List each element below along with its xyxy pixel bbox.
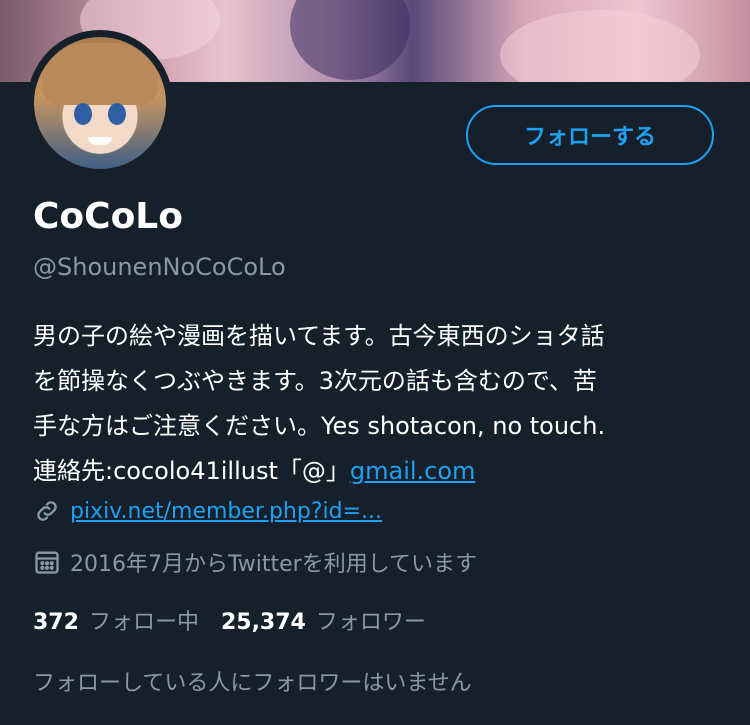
following-stat[interactable]: 372 フォロー中: [33, 604, 199, 636]
display-name: CoCoLo: [33, 196, 183, 237]
followers-label: フォロワー: [315, 610, 426, 635]
bio-line: 連絡先:cocolo41illust「@」gmail.com: [33, 449, 733, 494]
user-handle: @ShounenNoCoCoLo: [33, 253, 286, 281]
following-count: 372: [33, 610, 79, 635]
followers-count: 25,374: [220, 610, 306, 635]
avatar[interactable]: [34, 37, 166, 169]
banner-shape: [290, 0, 410, 80]
bio-contact-text: 連絡先:cocolo41illust「@」: [33, 457, 350, 485]
website-row: pixiv.net/member.php?id=...: [33, 497, 382, 525]
banner-shape: [500, 10, 700, 82]
bio-email-link[interactable]: gmail.com: [350, 457, 476, 485]
calendar-icon: [33, 548, 61, 576]
follow-button[interactable]: フォローする: [466, 105, 714, 165]
link-icon: [33, 497, 61, 525]
joined-date-row: 2016年7月からTwitterを利用しています: [33, 546, 477, 578]
bio-line: 手な方はご注意ください。Yes shotacon, no touch.: [33, 412, 606, 440]
avatar-mouth: [88, 137, 112, 145]
bio-line: を節操なくつぶやきます。3次元の話も含むので、苦: [33, 367, 597, 395]
follow-stats: 372 フォロー中 25,374 フォロワー: [33, 604, 426, 636]
followers-stat[interactable]: 25,374 フォロワー: [221, 604, 426, 636]
website-link[interactable]: pixiv.net/member.php?id=...: [70, 499, 382, 524]
bio-line: 男の子の絵や漫画を描いてます。古今東西のショタ話: [33, 322, 605, 350]
followed-by-note: フォローしている人にフォロワーはいません: [33, 671, 472, 696]
avatar-eye: [74, 103, 92, 125]
joined-date: 2016年7月からTwitterを利用しています: [70, 552, 478, 577]
avatar-eye: [108, 103, 126, 125]
following-label: フォロー中: [88, 610, 199, 635]
profile-bio: 男の子の絵や漫画を描いてます。古今東西のショタ話 を節操なくつぶやきます。3次元…: [33, 314, 733, 494]
avatar-hair: [42, 43, 158, 105]
